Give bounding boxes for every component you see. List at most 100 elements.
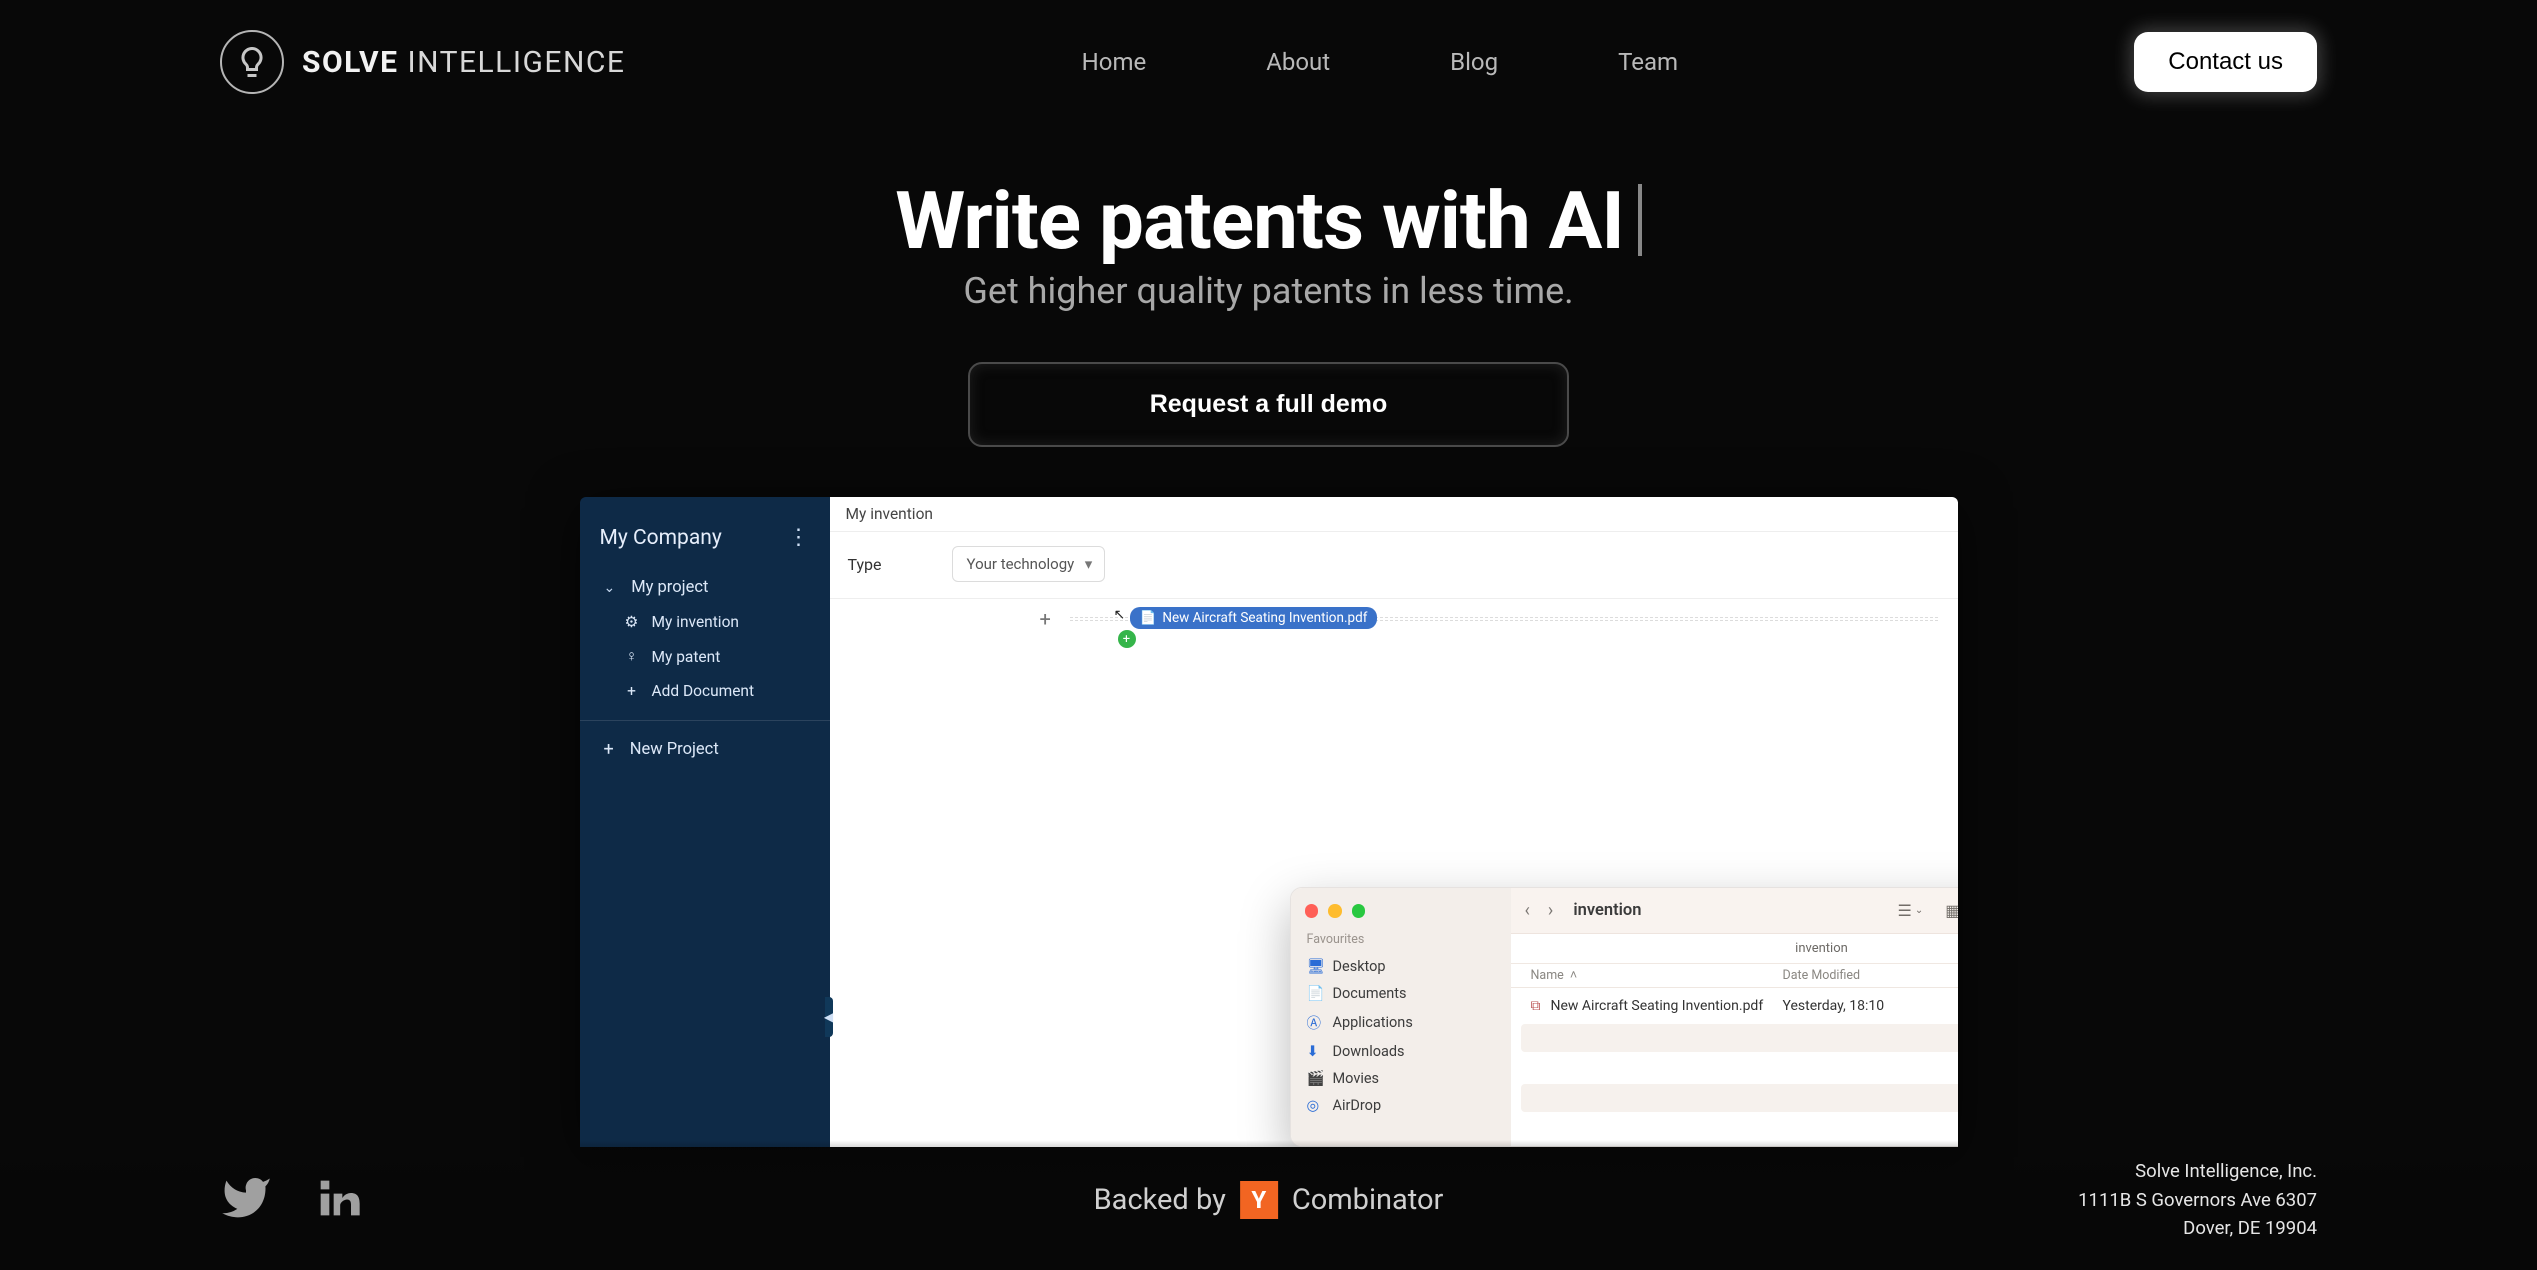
sidebar-item-project[interactable]: ⌄ My project bbox=[580, 570, 830, 605]
fav-label: Documents bbox=[1333, 985, 1407, 1002]
hero-subtitle: Get higher quality patents in less time. bbox=[0, 270, 2537, 312]
nav-about[interactable]: About bbox=[1266, 48, 1330, 76]
desktop-icon: 🖥 bbox=[1307, 958, 1323, 975]
app-sidebar: My Company ⋮ ⌄ My project ⚙ My invention… bbox=[580, 497, 830, 1147]
twitter-icon[interactable] bbox=[220, 1172, 272, 1228]
combinator-label: Combinator bbox=[1292, 1183, 1444, 1217]
file-name: New Aircraft Seating Invention.pdf bbox=[1551, 998, 1764, 1014]
add-indicator-icon: + bbox=[1118, 630, 1136, 648]
col-name[interactable]: Name˄ bbox=[1531, 968, 1783, 983]
close-icon[interactable] bbox=[1305, 904, 1319, 918]
nav-blog[interactable]: Blog bbox=[1450, 48, 1498, 76]
applications-icon: Ⓐ bbox=[1307, 1012, 1323, 1033]
app-main: My invention Type Your technology + 📄 Ne… bbox=[830, 497, 1958, 1147]
sidebar-item-add-document[interactable]: + Add Document bbox=[580, 674, 830, 708]
zoom-icon[interactable] bbox=[1352, 904, 1366, 918]
file-chip-label: New Aircraft Seating Invention.pdf bbox=[1162, 610, 1367, 626]
sidebar-item-label: My project bbox=[631, 578, 708, 597]
finder-title: invention bbox=[1573, 901, 1641, 920]
documents-icon: 📄 bbox=[1307, 985, 1323, 1002]
sidebar-collapse-handle[interactable]: ◀ bbox=[825, 997, 833, 1037]
dragged-file-chip: 📄 New Aircraft Seating Invention.pdf bbox=[1130, 607, 1378, 629]
pdf-icon: ⧉ bbox=[1531, 998, 1541, 1014]
finder-columns: Name˄ Date Modified Kind bbox=[1511, 964, 1958, 988]
type-select[interactable]: Your technology bbox=[952, 546, 1106, 582]
finder-path: invention + bbox=[1511, 934, 1958, 964]
window-traffic-lights[interactable] bbox=[1291, 898, 1511, 928]
drop-zone[interactable]: + 📄 New Aircraft Seating Invention.pdf + bbox=[1070, 617, 1938, 621]
plus-icon[interactable]: + bbox=[1040, 607, 1051, 631]
fav-label: Movies bbox=[1333, 1070, 1380, 1087]
fav-airdrop[interactable]: ◎ AirDrop bbox=[1291, 1092, 1511, 1119]
finder-window: Favourites 🖥 Desktop 📄 Documents Ⓐ Applicat… bbox=[1290, 887, 1958, 1147]
empty-row bbox=[1521, 1024, 1958, 1052]
bulb-icon bbox=[220, 30, 284, 94]
back-icon[interactable]: ‹ bbox=[1525, 900, 1530, 921]
hero-title: Write patents with AI bbox=[0, 174, 2537, 268]
contact-button[interactable]: Contact us bbox=[2134, 32, 2317, 92]
chevron-down-icon: ⌄ bbox=[604, 580, 616, 596]
company-selector[interactable]: My Company ⋮ bbox=[580, 525, 830, 570]
fav-movies[interactable]: 🎬 Movies bbox=[1291, 1065, 1511, 1092]
airdrop-icon: ◎ bbox=[1307, 1097, 1323, 1114]
typing-cursor bbox=[1638, 184, 1642, 256]
type-row: Type Your technology bbox=[830, 532, 1958, 598]
downloads-icon: ⬇ bbox=[1307, 1043, 1323, 1060]
empty-row bbox=[1521, 1084, 1958, 1112]
sidebar-item-patent[interactable]: ♀ My patent bbox=[580, 639, 830, 674]
linkedin-icon[interactable] bbox=[312, 1172, 364, 1228]
nav-home[interactable]: Home bbox=[1082, 48, 1147, 76]
primary-nav: Home About Blog Team bbox=[1082, 48, 1678, 76]
brand-logo[interactable]: SOLVE INTELLIGENCE bbox=[220, 30, 625, 94]
bulb-small-icon: ♀ bbox=[624, 647, 640, 666]
product-screenshot: My Company ⋮ ⌄ My project ⚙ My invention… bbox=[580, 497, 1958, 1147]
kebab-icon[interactable]: ⋮ bbox=[788, 525, 810, 550]
file-date: Yesterday, 18:10 bbox=[1783, 998, 1958, 1014]
sidebar-item-new-project[interactable]: + New Project bbox=[580, 720, 830, 768]
hero: Write patents with AI Get higher quality… bbox=[0, 174, 2537, 447]
sidebar-item-label: My invention bbox=[652, 613, 739, 631]
minimize-icon[interactable] bbox=[1328, 904, 1342, 918]
fav-label: Downloads bbox=[1333, 1043, 1405, 1060]
site-footer: Backed by Y Combinator Solve Intelligenc… bbox=[0, 1140, 2537, 1270]
finder-sidebar: Favourites 🖥 Desktop 📄 Documents Ⓐ Applicat… bbox=[1291, 888, 1511, 1146]
company-name: My Company bbox=[600, 526, 722, 550]
forward-icon[interactable]: › bbox=[1548, 900, 1553, 921]
fav-downloads[interactable]: ⬇ Downloads bbox=[1291, 1038, 1511, 1065]
plus-icon: + bbox=[604, 739, 614, 760]
company-address: Solve Intelligence, Inc. 1111B S Governo… bbox=[2078, 1157, 2317, 1243]
empty-row bbox=[1521, 1054, 1958, 1082]
brand-text: SOLVE INTELLIGENCE bbox=[302, 45, 625, 80]
favourites-label: Favourites bbox=[1291, 928, 1511, 953]
fav-documents[interactable]: 📄 Documents bbox=[1291, 980, 1511, 1007]
pdf-icon: 📄 bbox=[1140, 610, 1157, 626]
sort-asc-icon: ˄ bbox=[1570, 968, 1577, 983]
sidebar-item-label: My patent bbox=[652, 648, 721, 666]
plus-icon: + bbox=[624, 682, 640, 700]
sidebar-item-invention[interactable]: ⚙ My invention bbox=[580, 605, 830, 639]
gear-icon: ⚙ bbox=[624, 613, 640, 631]
fav-label: Desktop bbox=[1333, 958, 1386, 975]
fav-label: Applications bbox=[1333, 1014, 1413, 1031]
site-header: SOLVE INTELLIGENCE Home About Blog Team … bbox=[0, 0, 2537, 124]
fav-desktop[interactable]: 🖥 Desktop bbox=[1291, 953, 1511, 980]
sidebar-item-label: Add Document bbox=[652, 682, 755, 700]
backed-by: Backed by Y Combinator bbox=[1094, 1181, 1444, 1219]
social-links bbox=[220, 1172, 364, 1228]
request-demo-button[interactable]: Request a full demo bbox=[968, 362, 1570, 447]
fav-label: AirDrop bbox=[1333, 1097, 1382, 1114]
finder-toolbar: ‹ › invention ☰⌄ ▦⌄ ⇪ ◯ » 🔍 bbox=[1511, 888, 1958, 934]
type-label: Type bbox=[848, 555, 882, 574]
breadcrumb: My invention bbox=[830, 497, 1958, 532]
yc-badge-icon: Y bbox=[1240, 1181, 1278, 1219]
grid-view-icon[interactable]: ▦⌄ bbox=[1945, 901, 1957, 920]
list-view-icon[interactable]: ☰⌄ bbox=[1898, 901, 1924, 920]
finder-row[interactable]: ⧉ New Aircraft Seating Invention.pdf Yes… bbox=[1511, 988, 1958, 1024]
backed-label: Backed by bbox=[1094, 1183, 1226, 1217]
col-date[interactable]: Date Modified bbox=[1783, 968, 1958, 983]
nav-team[interactable]: Team bbox=[1618, 48, 1678, 76]
movies-icon: 🎬 bbox=[1307, 1070, 1323, 1087]
finder-main: ‹ › invention ☰⌄ ▦⌄ ⇪ ◯ » 🔍 inven bbox=[1511, 888, 1958, 1146]
sidebar-item-label: New Project bbox=[630, 740, 719, 759]
fav-applications[interactable]: Ⓐ Applications bbox=[1291, 1007, 1511, 1038]
